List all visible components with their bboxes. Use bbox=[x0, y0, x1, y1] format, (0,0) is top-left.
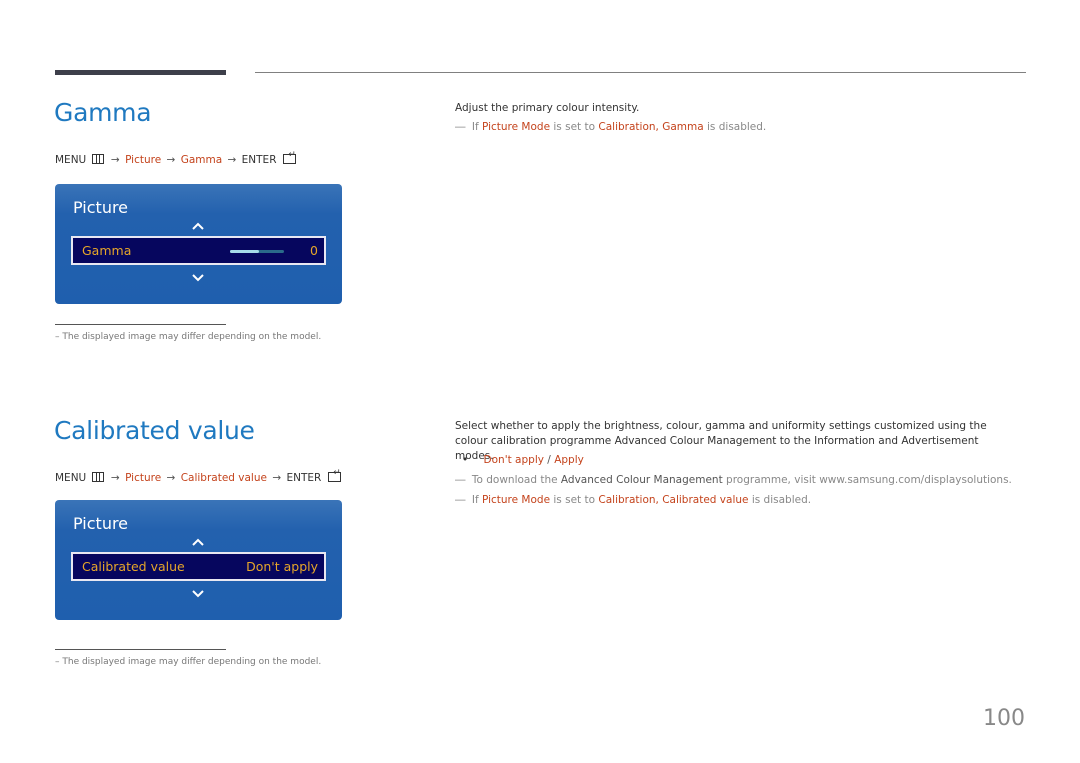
footnote-rule bbox=[55, 649, 226, 650]
menu-path-gamma: MENU → Picture → Gamma → ENTER bbox=[55, 150, 296, 166]
note-text: programme, visit www.samsung.com/display… bbox=[726, 474, 1012, 486]
note-text: To download the bbox=[471, 474, 558, 486]
note-text: is disabled. bbox=[707, 121, 767, 133]
section-title-calibrated-value: Calibrated value bbox=[54, 416, 255, 445]
osd-row-value: Don't apply bbox=[246, 559, 318, 574]
menu-path-gamma-item: Gamma bbox=[180, 154, 223, 166]
description-program: Advanced Colour Management bbox=[614, 435, 777, 447]
footnote-gamma: – The displayed image may differ dependi… bbox=[55, 332, 322, 342]
note-text: is disabled. bbox=[751, 494, 812, 506]
arrow-icon: → bbox=[272, 472, 282, 484]
arrow-icon: → bbox=[166, 154, 176, 166]
gamma-slider[interactable] bbox=[230, 250, 284, 253]
enter-label: ENTER bbox=[241, 154, 277, 166]
note-text: If bbox=[471, 494, 479, 506]
osd-title: Picture bbox=[73, 198, 129, 217]
option-separator: / bbox=[547, 454, 551, 466]
option-apply: Apply bbox=[554, 454, 584, 466]
menu-path-calibrated: MENU → Picture → Calibrated value → ENTE… bbox=[55, 468, 341, 484]
arrow-icon: → bbox=[166, 472, 176, 484]
note-item: Calibrated value bbox=[662, 494, 749, 506]
note-text: is set to bbox=[553, 494, 596, 506]
osd-title: Picture bbox=[73, 514, 129, 533]
bullet-icon: • bbox=[462, 454, 469, 466]
note-gamma-disabled: ― If Picture Mode is set to Calibration,… bbox=[455, 121, 766, 133]
osd-row-label: Gamma bbox=[82, 243, 132, 258]
arrow-icon: → bbox=[110, 154, 120, 166]
note-download: ― To download the Advanced Colour Manage… bbox=[455, 474, 1012, 486]
chevron-down-icon[interactable] bbox=[191, 271, 205, 285]
menu-icon bbox=[91, 154, 104, 164]
osd-row-calibrated-value[interactable]: Calibrated value Don't apply bbox=[71, 552, 326, 581]
menu-icon bbox=[91, 472, 104, 482]
note-calibration: Calibration, bbox=[598, 494, 659, 506]
note-item: Gamma bbox=[662, 121, 704, 133]
osd-panel-calibrated: Picture Calibrated value Don't apply bbox=[55, 500, 342, 620]
footnote-rule bbox=[55, 324, 226, 325]
option-dont-apply: Don't apply bbox=[483, 454, 544, 466]
osd-row-gamma[interactable]: Gamma 0 bbox=[71, 236, 326, 265]
note-picture-mode: Picture Mode bbox=[481, 121, 551, 133]
menu-path-picture: Picture bbox=[125, 154, 162, 166]
menu-label: MENU bbox=[55, 154, 87, 166]
footnote-calibrated: – The displayed image may differ dependi… bbox=[55, 657, 322, 667]
note-text: If bbox=[471, 121, 479, 133]
page-number: 100 bbox=[983, 706, 1025, 731]
note-picture-mode: Picture Mode bbox=[481, 494, 551, 506]
arrow-icon: → bbox=[227, 154, 237, 166]
description-gamma: Adjust the primary colour intensity. bbox=[455, 102, 640, 114]
note-calibration: Calibration, bbox=[598, 121, 659, 133]
menu-path-picture: Picture bbox=[125, 472, 162, 484]
osd-row-label: Calibrated value bbox=[82, 559, 185, 574]
arrow-icon: → bbox=[110, 472, 120, 484]
osd-panel-gamma: Picture Gamma 0 bbox=[55, 184, 342, 304]
note-dash: ― bbox=[455, 121, 466, 133]
gamma-slider-fill bbox=[230, 250, 259, 253]
menu-path-calibrated-item: Calibrated value bbox=[180, 472, 267, 484]
osd-row-value: 0 bbox=[310, 243, 318, 258]
note-dash: ― bbox=[455, 494, 466, 506]
enter-icon bbox=[327, 468, 341, 482]
enter-icon bbox=[282, 150, 296, 164]
note-program: Advanced Colour Management bbox=[560, 474, 723, 486]
note-dash: ― bbox=[455, 474, 466, 486]
chevron-up-icon[interactable] bbox=[191, 535, 205, 549]
header-bar-thick bbox=[55, 70, 226, 75]
chevron-down-icon[interactable] bbox=[191, 587, 205, 601]
menu-label: MENU bbox=[55, 472, 87, 484]
chevron-up-icon[interactable] bbox=[191, 219, 205, 233]
note-text: is set to bbox=[553, 121, 596, 133]
section-title-gamma: Gamma bbox=[54, 98, 152, 127]
options-list: • Don't apply / Apply bbox=[462, 454, 584, 466]
enter-label: ENTER bbox=[286, 472, 322, 484]
header-rule bbox=[255, 72, 1026, 73]
note-calibrated-disabled: ― If Picture Mode is set to Calibration,… bbox=[455, 494, 811, 506]
